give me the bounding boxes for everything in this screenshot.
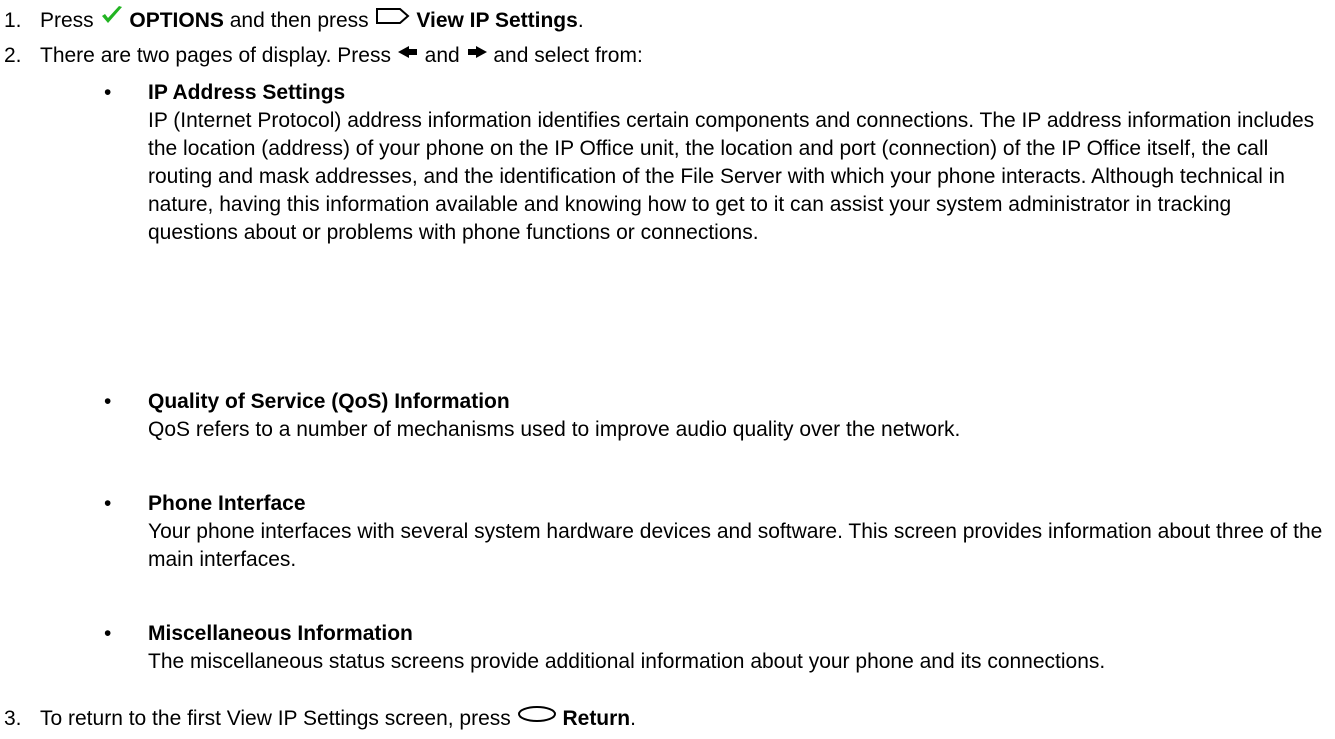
bullet-description: Your phone interfaces with several syste…	[148, 520, 1323, 571]
view-ip-settings-label: View IP Settings	[416, 9, 578, 33]
return-label: Return	[562, 707, 631, 730]
bullet-title: Quality of Service (QoS) Information	[148, 390, 510, 413]
bullet-description: The miscellaneous status screens provide…	[148, 650, 1106, 673]
list-item: • Miscellaneous Information The miscella…	[0, 620, 1335, 676]
bullet-icon: •	[104, 390, 112, 413]
step-text: .	[630, 707, 636, 730]
step-3: 3. To return to the first View IP Settin…	[0, 704, 636, 734]
step-number: 3.	[4, 707, 22, 730]
bullet-title: IP Address Settings	[148, 81, 346, 104]
step-text: .	[577, 9, 584, 33]
bullet-description: IP (Internet Protocol) address informati…	[148, 109, 1315, 244]
return-key-icon	[517, 702, 557, 732]
step-number: 1.	[4, 9, 22, 32]
softkey-icon	[375, 5, 411, 35]
step-text: To return to the first View IP Settings …	[40, 707, 511, 730]
bullet-icon: •	[104, 492, 112, 515]
step-text: There are two pages of display. Press	[40, 44, 391, 67]
step-number: 2.	[4, 44, 22, 67]
list-item: • Quality of Service (QoS) Information Q…	[0, 388, 1335, 444]
list-item: • Phone Interface Your phone interfaces …	[0, 490, 1335, 574]
bullet-title: Miscellaneous Information	[148, 622, 413, 645]
step-1: 1. Press OPTIONS and then press View IP …	[0, 6, 584, 37]
options-label: OPTIONS	[129, 9, 224, 33]
step-text: and select from:	[493, 44, 643, 67]
right-arrow-icon	[466, 39, 488, 69]
bullet-icon: •	[104, 622, 112, 645]
step-text: and	[424, 44, 460, 67]
step-text: and then press	[229, 9, 369, 33]
bullet-title: Phone Interface	[148, 492, 306, 515]
list-item: • IP Address Settings IP (Internet Proto…	[0, 79, 1335, 247]
step-text: Press	[40, 9, 94, 33]
bullet-description: QoS refers to a number of mechanisms use…	[148, 418, 961, 441]
checkmark-icon	[100, 4, 124, 35]
step-2: 2. There are two pages of display. Press…	[0, 41, 643, 71]
bullet-icon: •	[104, 81, 112, 104]
left-arrow-icon	[397, 39, 419, 69]
